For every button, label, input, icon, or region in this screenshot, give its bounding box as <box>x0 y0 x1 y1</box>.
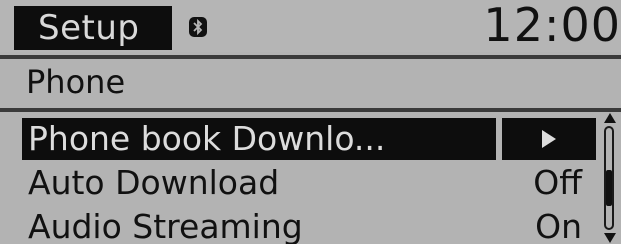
scrollbar[interactable] <box>602 112 618 244</box>
menu-item-value: On <box>535 207 582 244</box>
menu-item-phone-book-download[interactable]: Phone book Downlo... <box>22 118 596 160</box>
status-bar: Setup 12:00 <box>0 0 621 52</box>
setup-tab-label: Setup <box>38 8 140 48</box>
menu-item-label: Phone book Downlo... <box>28 119 386 158</box>
scroll-up-arrow-icon[interactable] <box>603 112 617 124</box>
header-divider <box>0 55 621 59</box>
menu-item-value: Off <box>533 163 582 202</box>
scroll-down-arrow-icon[interactable] <box>603 232 617 244</box>
head-unit-screen: Setup 12:00 Phone Phone book Downlo... A… <box>0 0 621 244</box>
enter-submenu-button[interactable] <box>502 118 596 160</box>
setup-tab[interactable]: Setup <box>14 6 172 50</box>
play-arrow-icon <box>542 130 556 148</box>
section-divider <box>0 108 621 112</box>
menu-item-audio-streaming[interactable]: Audio Streaming On <box>22 206 596 244</box>
clock: 12:00 <box>483 0 621 52</box>
bluetooth-icon <box>188 16 208 38</box>
menu-item-label: Auto Download <box>28 163 280 202</box>
scroll-thumb[interactable] <box>606 170 612 206</box>
section-title: Phone <box>26 63 126 101</box>
menu-item-label: Audio Streaming <box>28 207 303 244</box>
menu-item-auto-download[interactable]: Auto Download Off <box>22 162 596 204</box>
